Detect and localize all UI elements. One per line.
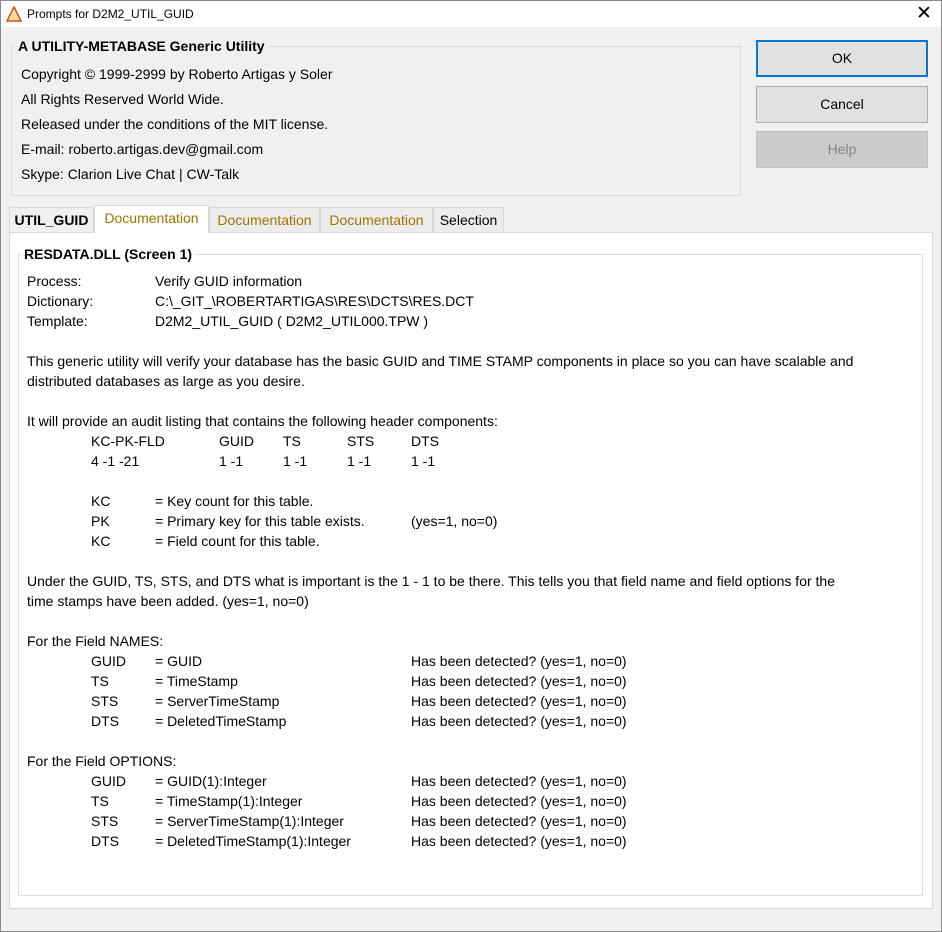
email-text: E-mail: roberto.artigas.dev@gmail.com [21, 141, 264, 157]
field-option-key: DTS [91, 833, 119, 849]
license-text: Released under the conditions of the MIT… [21, 116, 329, 132]
ok-button[interactable]: OK [756, 40, 928, 77]
audit-header-ts: TS [283, 433, 301, 449]
documentation-box-title: RESDATA.DLL (Screen 1) [21, 246, 196, 263]
close-button[interactable]: ✕ [907, 1, 941, 27]
audit-header-dts: DTS [411, 433, 439, 449]
window-title: Prompts for D2M2_UTIL_GUID [27, 7, 194, 21]
audit-intro: It will provide an audit listing that co… [27, 413, 498, 429]
header-group-title: A UTILITY-METABASE Generic Utility [14, 38, 269, 55]
field-option-desc: = TimeStamp(1):Integer [155, 793, 303, 809]
intro-line-2: distributed databases as large as you de… [27, 373, 305, 389]
field-name-key: GUID [91, 653, 126, 669]
audit-header-kc: KC-PK-FLD [91, 433, 165, 449]
tab-documentation-2[interactable]: Documentation [209, 207, 320, 232]
legend-note: (yes=1, no=0) [411, 513, 498, 529]
rights-text: All Rights Reserved World Wide. [21, 91, 224, 107]
field-name-detected: Has been detected? (yes=1, no=0) [411, 693, 627, 709]
audit-value-kc: 4 -1 -21 [91, 453, 140, 469]
legend-desc: = Field count for this table. [155, 533, 320, 549]
dictionary-label: Dictionary: [27, 293, 94, 309]
tab-documentation-3[interactable]: Documentation [320, 207, 433, 232]
tab-documentation-1[interactable]: Documentation [94, 205, 209, 233]
guid-explanation-line-1: Under the GUID, TS, STS, and DTS what is… [27, 573, 835, 589]
intro-line-1: This generic utility will verify your da… [27, 353, 854, 369]
audit-value-ts: 1 -1 [283, 453, 308, 469]
template-label: Template: [27, 313, 88, 329]
field-option-desc: = GUID(1):Integer [155, 773, 267, 789]
title-bar[interactable]: Prompts for D2M2_UTIL_GUID ✕ [1, 1, 941, 27]
dictionary-value: C:\_GIT_\ROBERTARTIGAS\RES\DCTS\RES.DCT [155, 293, 474, 309]
field-option-detected: Has been detected? (yes=1, no=0) [411, 813, 627, 829]
field-name-key: DTS [91, 713, 119, 729]
field-options-title: For the Field OPTIONS: [27, 753, 177, 769]
field-option-detected: Has been detected? (yes=1, no=0) [411, 833, 627, 849]
legend-key: KC [91, 493, 111, 509]
audit-header-sts: STS [347, 433, 375, 449]
cancel-button[interactable]: Cancel [756, 86, 928, 123]
field-name-desc: = TimeStamp [155, 673, 238, 689]
tab-selection[interactable]: Selection [433, 207, 504, 232]
field-name-key: TS [91, 673, 109, 689]
audit-value-guid: 1 -1 [219, 453, 244, 469]
audit-value-sts: 1 -1 [347, 453, 372, 469]
field-name-detected: Has been detected? (yes=1, no=0) [411, 653, 627, 669]
template-value: D2M2_UTIL_GUID ( D2M2_UTIL000.TPW ) [155, 313, 429, 329]
tab-util-guid[interactable]: UTIL_GUID [9, 207, 94, 232]
field-name-desc: = ServerTimeStamp [155, 693, 280, 709]
audit-header-guid: GUID [219, 433, 254, 449]
field-option-detected: Has been detected? (yes=1, no=0) [411, 793, 627, 809]
field-option-desc: = DeletedTimeStamp(1):Integer [155, 833, 351, 849]
process-value: Verify GUID information [155, 273, 303, 289]
field-name-desc: = GUID [155, 653, 203, 669]
legend-desc: = Key count for this table. [155, 493, 314, 509]
process-label: Process: [27, 273, 82, 289]
field-name-desc: = DeletedTimeStamp [155, 713, 287, 729]
skype-text: Skype: Clarion Live Chat | CW-Talk [21, 166, 240, 182]
legend-desc: = Primary key for this table exists. [155, 513, 365, 529]
audit-value-dts: 1 -1 [411, 453, 436, 469]
warning-triangle-icon [6, 6, 22, 22]
help-button[interactable]: Help [756, 131, 928, 168]
field-option-key: GUID [91, 773, 126, 789]
field-name-key: STS [91, 693, 119, 709]
field-option-key: TS [91, 793, 109, 809]
guid-explanation-line-2: time stamps have been added. (yes=1, no=… [27, 593, 309, 609]
field-option-key: STS [91, 813, 119, 829]
field-name-detected: Has been detected? (yes=1, no=0) [411, 713, 627, 729]
field-option-desc: = ServerTimeStamp(1):Integer [155, 813, 344, 829]
copyright-text: Copyright © 1999-2999 by Roberto Artigas… [21, 66, 333, 82]
legend-key: KC [91, 533, 111, 549]
field-name-detected: Has been detected? (yes=1, no=0) [411, 673, 627, 689]
field-option-detected: Has been detected? (yes=1, no=0) [411, 773, 627, 789]
legend-key: PK [91, 513, 110, 529]
field-names-title: For the Field NAMES: [27, 633, 164, 649]
